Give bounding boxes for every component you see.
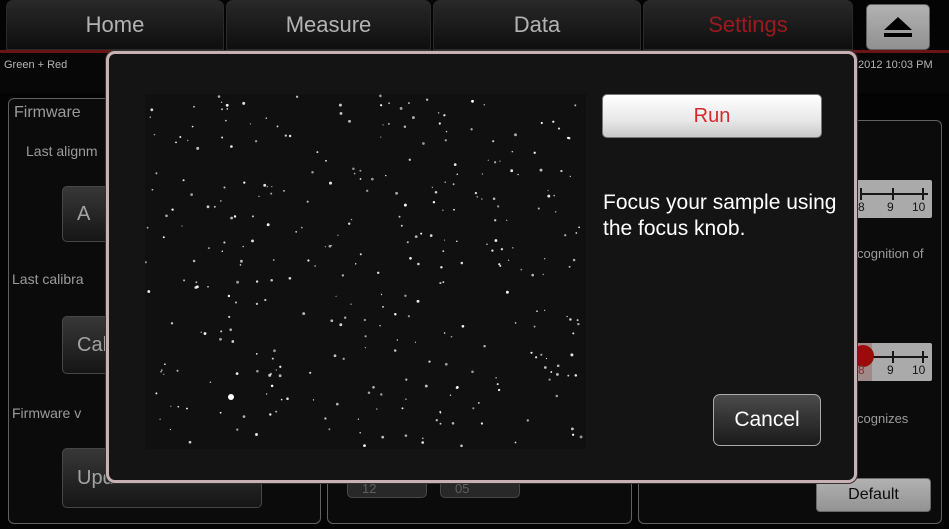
cancel-button[interactable]: Cancel [713,394,821,446]
focus-dialog: Run Focus your sample using the focus kn… [106,51,857,483]
app-window: Home Measure Data Settings Green + Red 2… [0,0,949,529]
focus-instruction: Focus your sample using the focus knob. [603,191,837,240]
camera-image [145,94,583,448]
run-button[interactable]: Run [602,94,822,138]
camera-preview [145,94,586,449]
